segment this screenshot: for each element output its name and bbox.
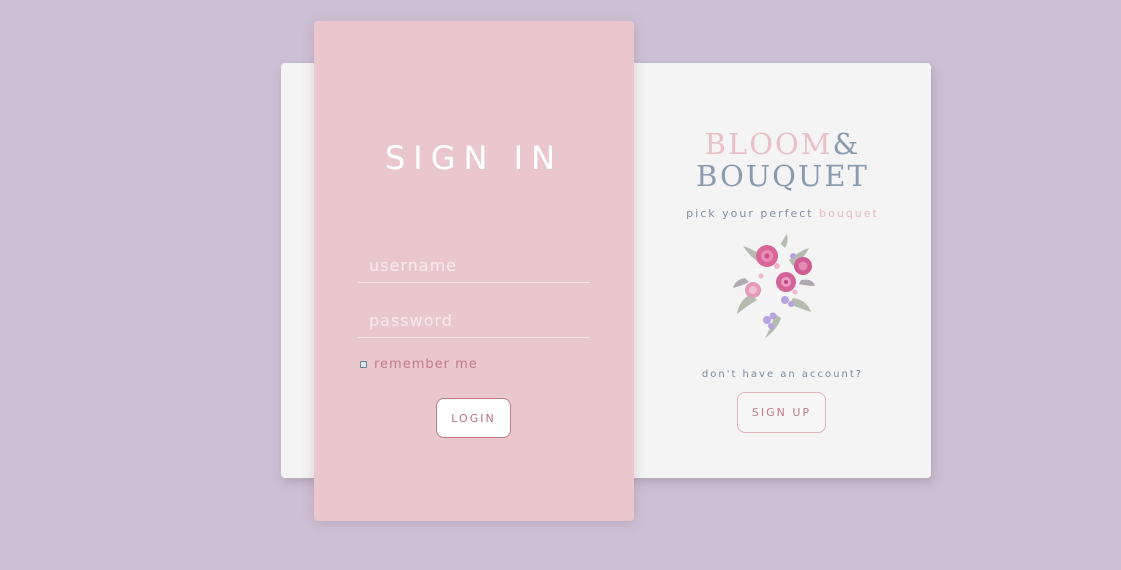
password-input[interactable]: [358, 304, 590, 338]
remember-me-label: remember me: [374, 357, 478, 372]
signup-prompt: don't have an account?: [701, 369, 864, 380]
signin-title: SIGN IN: [384, 139, 564, 177]
bouquet-illustration-icon: [733, 234, 815, 338]
brand-logo: BLOOM& BOUQUET: [634, 128, 931, 192]
tagline-accent: bouquet: [819, 207, 879, 220]
page: BLOOM& BOUQUET pick your perfect bouquet: [0, 0, 1121, 570]
brand-word-bouquet: BOUQUET: [696, 159, 869, 193]
signup-button[interactable]: SIGN UP: [737, 392, 826, 433]
brand-ampersand: &: [832, 127, 861, 161]
signin-card: SIGN IN remember me LOGIN: [314, 21, 634, 521]
brand-word-bloom: BLOOM: [704, 127, 833, 161]
tagline-text: pick your perfect: [686, 207, 820, 220]
remember-me-row[interactable]: remember me: [360, 357, 478, 372]
username-input[interactable]: [358, 249, 590, 283]
remember-me-checkbox[interactable]: [360, 361, 367, 368]
tagline: pick your perfect bouquet: [634, 207, 931, 220]
login-button[interactable]: LOGIN: [436, 398, 511, 438]
